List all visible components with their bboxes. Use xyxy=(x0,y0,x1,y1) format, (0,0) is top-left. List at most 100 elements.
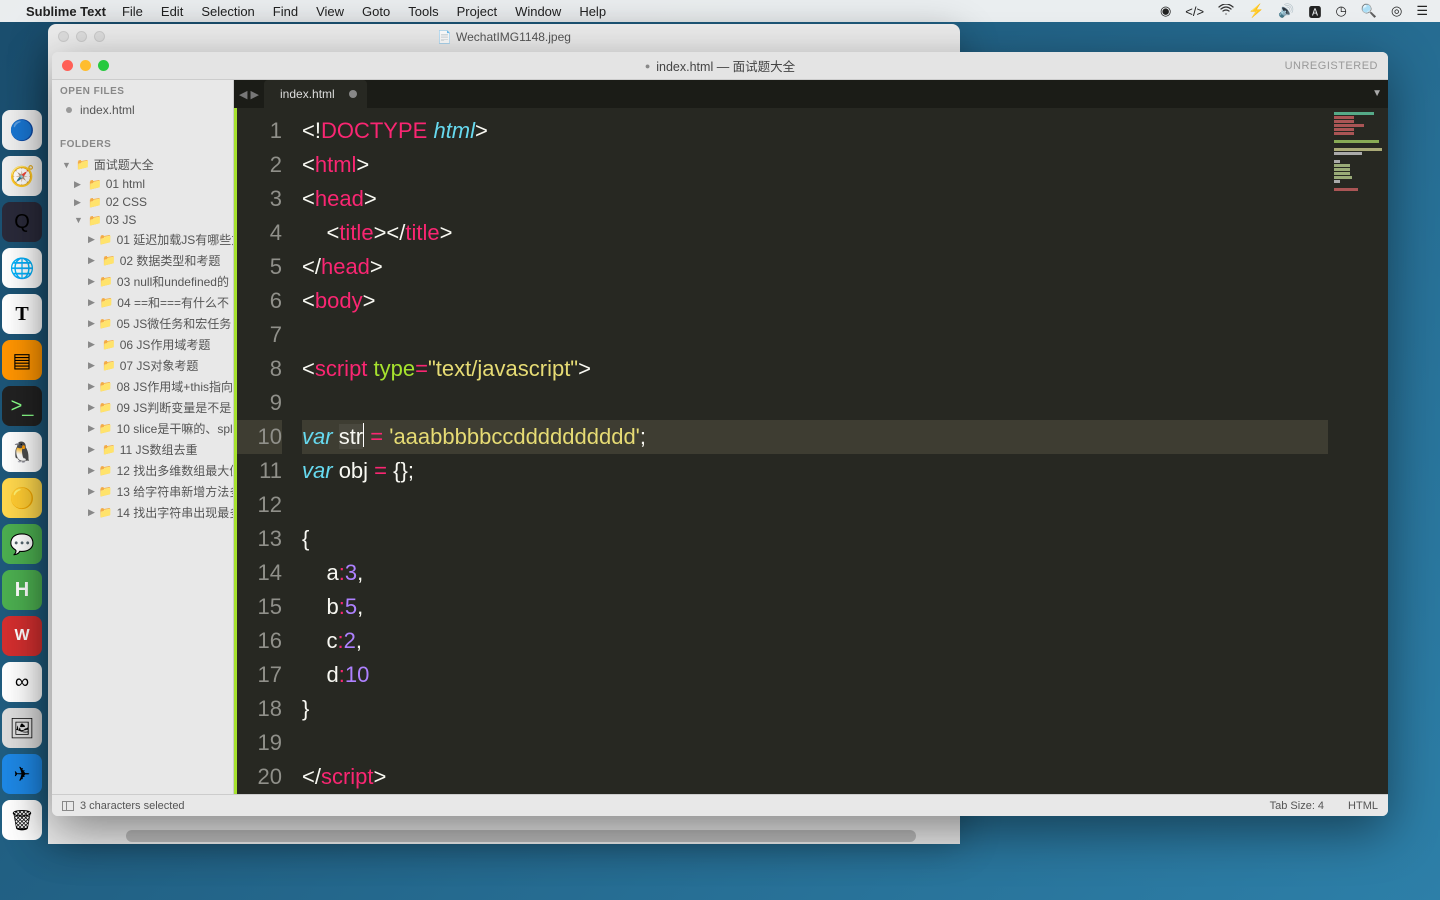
wifi-icon[interactable] xyxy=(1218,4,1234,19)
dock-qq-icon[interactable]: 🐧 xyxy=(2,432,42,472)
disclosure-triangle-icon[interactable]: ▶ xyxy=(88,318,95,329)
disclosure-triangle-icon[interactable]: ▶ xyxy=(88,276,95,287)
folder-label: 01 html xyxy=(106,177,145,191)
control-center-icon[interactable]: ☰ xyxy=(1416,3,1428,19)
folder-item[interactable]: ▶ 📁 13 给字符串新增方法多 xyxy=(52,481,233,502)
folder-item[interactable]: ▶📁07 JS对象考题 xyxy=(52,355,233,376)
menu-window[interactable]: Window xyxy=(515,4,561,19)
record-icon[interactable]: ◉ xyxy=(1160,3,1171,19)
disclosure-triangle-icon[interactable]: ▶ xyxy=(88,297,96,308)
menu-file[interactable]: File xyxy=(122,4,143,19)
disclosure-triangle-icon[interactable]: ▶ xyxy=(88,255,98,266)
folder-item[interactable]: ▶📁10 slice是干嘛的、spl xyxy=(52,418,233,439)
folder-item[interactable]: ▶📁05 JS微任务和宏任务 xyxy=(52,313,233,334)
menu-help[interactable]: Help xyxy=(579,4,606,19)
panel-switcher-icon[interactable] xyxy=(62,801,74,811)
folder-item[interactable]: ▶📁03 null和undefined的 xyxy=(52,271,233,292)
open-file-item[interactable]: index.html xyxy=(52,101,233,119)
disclosure-triangle-icon[interactable]: ▶ xyxy=(88,360,98,371)
volume-icon[interactable]: 🔊 xyxy=(1278,3,1294,19)
dock-wechat-icon[interactable]: 💬 xyxy=(2,524,42,564)
folder-item[interactable]: ▶ 📁 01 html xyxy=(52,175,233,193)
dock-safari-icon[interactable]: 🧭 xyxy=(2,156,42,196)
minimap[interactable] xyxy=(1328,108,1388,794)
folder-label: 03 null和undefined的 xyxy=(117,273,229,290)
editor-tab[interactable]: index.html xyxy=(264,80,367,108)
tab-history-back-forward[interactable]: ◀ ▶ xyxy=(234,80,264,108)
disclosure-triangle-icon[interactable]: ▶ xyxy=(74,197,84,208)
tab-overflow-icon[interactable]: ▼ xyxy=(1372,88,1382,99)
folder-item[interactable]: ▼ 📁 03 JS xyxy=(52,211,233,229)
clock-icon[interactable]: ◷ xyxy=(1335,3,1346,19)
folder-root[interactable]: ▼ 📁 面试题大全 xyxy=(52,154,233,175)
minimize-button[interactable] xyxy=(80,60,91,71)
dock-finder-icon[interactable]: 🔵 xyxy=(2,110,42,150)
folder-icon: 📁 xyxy=(99,380,113,393)
disclosure-triangle-icon[interactable]: ▶ xyxy=(88,381,95,392)
dock-terminal-icon[interactable]: >_ xyxy=(2,386,42,426)
input-icon[interactable]: 🅰 xyxy=(1308,2,1321,21)
folder-item[interactable]: ▶📁11 JS数组去重 xyxy=(52,439,233,460)
folder-icon: 📁 xyxy=(102,359,116,372)
menu-edit[interactable]: Edit xyxy=(161,4,183,19)
disclosure-triangle-icon[interactable]: ▶ xyxy=(88,234,95,245)
fullscreen-button[interactable] xyxy=(98,60,109,71)
folder-item[interactable]: ▶📁08 JS作用域+this指向 xyxy=(52,376,233,397)
dock-app2-icon[interactable]: ✈ xyxy=(2,754,42,794)
folder-item[interactable]: ▶ 📁 02 CSS xyxy=(52,193,233,211)
dock-preview-icon[interactable]: 🖼 xyxy=(2,708,42,748)
code-icon[interactable]: </> xyxy=(1185,4,1204,19)
disclosure-triangle-icon[interactable]: ▶ xyxy=(88,339,98,350)
status-selection: 3 characters selected xyxy=(80,800,185,812)
spotlight-icon[interactable]: 🔍 xyxy=(1361,3,1377,19)
dock-hbuilder-icon[interactable]: H xyxy=(2,570,42,610)
disclosure-triangle-icon[interactable]: ▶ xyxy=(88,486,95,497)
disclosure-triangle-icon[interactable]: ▼ xyxy=(74,215,84,225)
menu-goto[interactable]: Goto xyxy=(362,4,390,19)
disclosure-triangle-icon[interactable]: ▶ xyxy=(88,402,95,413)
status-syntax[interactable]: HTML xyxy=(1348,800,1378,812)
folder-icon: 📁 xyxy=(99,401,113,414)
menu-tools[interactable]: Tools xyxy=(408,4,438,19)
disclosure-triangle-icon[interactable]: ▶ xyxy=(74,179,84,190)
menu-find[interactable]: Find xyxy=(273,4,298,19)
editor-content[interactable]: 1234567891011121314151617181920 <!DOCTYP… xyxy=(234,108,1388,794)
dock-chrome-icon[interactable]: 🌐 xyxy=(2,248,42,288)
dock-sublime-icon[interactable]: ▤ xyxy=(2,340,42,380)
disclosure-triangle-icon[interactable]: ▶ xyxy=(88,423,95,434)
bg-traffic-lights[interactable] xyxy=(58,31,105,42)
dock-wps-icon[interactable]: W xyxy=(2,616,42,656)
disclosure-triangle-icon[interactable]: ▼ xyxy=(62,160,72,170)
disclosure-triangle-icon[interactable]: ▶ xyxy=(88,444,98,455)
folder-label: 09 JS判断变量是不是 xyxy=(117,399,232,416)
bg-horizontal-scrollbar[interactable] xyxy=(48,828,960,844)
disclosure-triangle-icon[interactable]: ▶ xyxy=(88,507,95,518)
code-area[interactable]: <!DOCTYPE html><html><head> <title></tit… xyxy=(294,108,1328,794)
menu-project[interactable]: Project xyxy=(457,4,497,19)
status-tab-size[interactable]: Tab Size: 4 xyxy=(1270,800,1324,812)
folder-item[interactable]: ▶📁01 延迟加载JS有哪些方 xyxy=(52,229,233,250)
folder-label: 01 延迟加载JS有哪些方 xyxy=(117,231,233,248)
dock-app-icon[interactable]: 🟡 xyxy=(2,478,42,518)
folder-item[interactable]: ▶📁12 找出多维数组最大值 xyxy=(52,460,233,481)
folder-item[interactable]: ▶📁04 ==和===有什么不 xyxy=(52,292,233,313)
folder-icon: 📁 xyxy=(99,422,113,435)
folder-icon: 📁 xyxy=(99,317,113,330)
siri-icon[interactable]: ◎ xyxy=(1391,3,1402,19)
folder-item[interactable]: ▶📁14 找出字符串出现最多 xyxy=(52,502,233,523)
dock-quicktime-icon[interactable]: Q xyxy=(2,202,42,242)
folder-item[interactable]: ▶📁06 JS作用域考题 xyxy=(52,334,233,355)
menubar-app-name[interactable]: Sublime Text xyxy=(26,4,106,19)
dock-baidu-icon[interactable]: ∞ xyxy=(2,662,42,702)
disclosure-triangle-icon[interactable]: ▶ xyxy=(88,465,95,476)
dock-trash-icon[interactable]: 🗑 xyxy=(2,800,42,840)
folder-label: 13 给字符串新增方法多 xyxy=(117,483,233,500)
folder-icon: 📁 xyxy=(99,485,113,498)
menu-selection[interactable]: Selection xyxy=(201,4,254,19)
folder-item[interactable]: ▶ 📁 09 JS判断变量是不是 xyxy=(52,397,233,418)
battery-icon[interactable]: ⚡ xyxy=(1248,3,1264,19)
folder-item[interactable]: ▶📁02 数据类型和考题 xyxy=(52,250,233,271)
dock-typora-icon[interactable]: T xyxy=(2,294,42,334)
close-button[interactable] xyxy=(62,60,73,71)
menu-view[interactable]: View xyxy=(316,4,344,19)
